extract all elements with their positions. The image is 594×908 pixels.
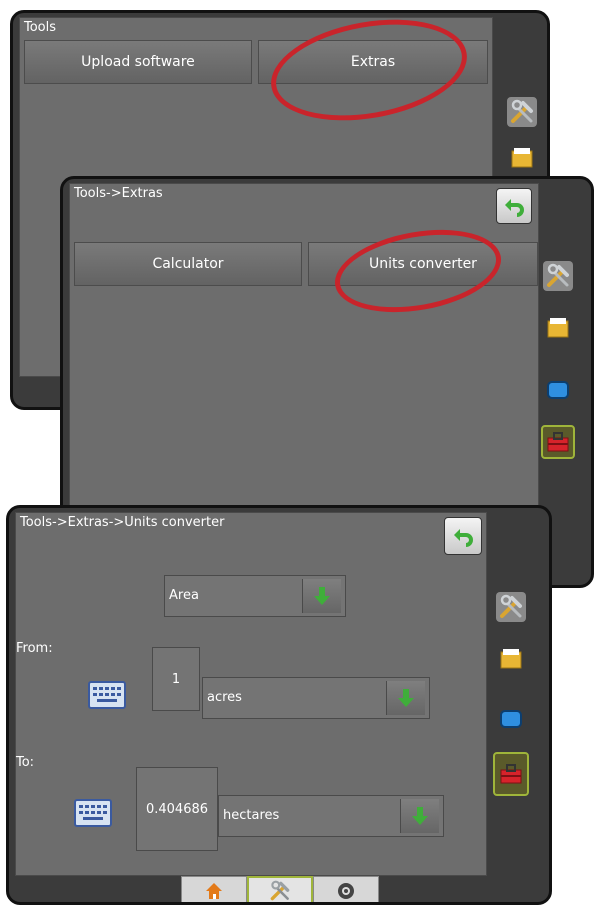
page-title: Tools->Extras->Units converter bbox=[20, 515, 225, 530]
nav-home-button[interactable] bbox=[181, 876, 247, 902]
nav-camera-button[interactable] bbox=[313, 876, 379, 902]
keyboard-icon bbox=[74, 799, 112, 827]
bottom-nav bbox=[181, 876, 403, 902]
arrow-down-icon bbox=[412, 807, 428, 825]
from-unit-dropdown-arrow[interactable] bbox=[386, 681, 425, 715]
category-dropdown-arrow[interactable] bbox=[302, 579, 341, 613]
from-unit-dropdown[interactable]: acres bbox=[202, 677, 430, 719]
upload-software-button[interactable]: Upload software bbox=[24, 40, 252, 84]
sidebar-folder-button[interactable] bbox=[543, 313, 573, 343]
units-converter-panel: Tools->Extras->Units converter Area From… bbox=[15, 512, 487, 876]
sidebar-folder-button[interactable] bbox=[507, 143, 537, 173]
sidebar-tools-button[interactable] bbox=[496, 592, 526, 622]
tools-icon bbox=[500, 594, 522, 618]
toolbox-icon bbox=[500, 764, 522, 784]
category-dropdown[interactable]: Area bbox=[164, 575, 346, 617]
sidebar-toolbox-button[interactable] bbox=[493, 752, 529, 796]
to-unit-value: hectares bbox=[223, 808, 280, 823]
to-unit-dropdown-arrow[interactable] bbox=[400, 799, 439, 833]
toolbox-icon bbox=[547, 432, 569, 452]
category-value: Area bbox=[169, 588, 199, 603]
folder-icon bbox=[547, 318, 569, 338]
display-icon bbox=[547, 381, 569, 399]
calculator-button[interactable]: Calculator bbox=[74, 242, 302, 286]
from-unit-value: acres bbox=[207, 690, 242, 705]
sidebar-folder-button[interactable] bbox=[496, 644, 526, 674]
tools-icon bbox=[511, 99, 533, 123]
tools-icon bbox=[270, 880, 290, 901]
arrow-down-icon bbox=[398, 689, 414, 707]
back-arrow-icon bbox=[505, 199, 524, 217]
units-converter-screen: Tools->Extras->Units converter Area From… bbox=[6, 505, 552, 905]
display-icon bbox=[500, 710, 522, 728]
back-button[interactable] bbox=[444, 517, 482, 555]
to-keyboard-button[interactable] bbox=[74, 799, 112, 831]
sidebar-tools-button[interactable] bbox=[543, 261, 573, 291]
camera-icon bbox=[338, 883, 354, 899]
from-keyboard-button[interactable] bbox=[88, 681, 126, 713]
keyboard-icon bbox=[88, 681, 126, 709]
sidebar-toolbox-button[interactable] bbox=[541, 425, 575, 459]
from-label: From: bbox=[16, 641, 53, 656]
tools-icon bbox=[547, 263, 569, 287]
from-value-field[interactable]: 1 bbox=[152, 647, 200, 711]
sidebar-tools-button[interactable] bbox=[507, 97, 537, 127]
back-button[interactable] bbox=[496, 188, 532, 224]
page-title: Tools->Extras bbox=[74, 186, 163, 201]
arrow-down-icon bbox=[314, 587, 330, 605]
folder-icon bbox=[511, 148, 533, 168]
back-arrow-icon bbox=[454, 529, 473, 547]
sidebar-display-button[interactable] bbox=[543, 375, 573, 405]
page-title: Tools bbox=[24, 20, 57, 35]
to-unit-dropdown[interactable]: hectares bbox=[218, 795, 444, 837]
sidebar-display-button[interactable] bbox=[496, 704, 526, 734]
nav-tools-button[interactable] bbox=[247, 876, 313, 902]
folder-icon bbox=[500, 649, 522, 669]
to-value-field: 0.404686 bbox=[136, 767, 218, 851]
home-icon bbox=[206, 883, 222, 899]
to-label: To: bbox=[16, 755, 35, 770]
